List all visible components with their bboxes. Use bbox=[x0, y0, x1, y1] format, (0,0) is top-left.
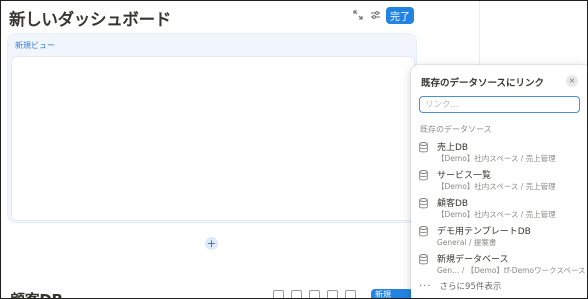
datasource-path: General / 提案書 bbox=[437, 238, 497, 247]
database-icon bbox=[419, 198, 428, 209]
link-icon[interactable] bbox=[327, 290, 338, 298]
expand-icon[interactable] bbox=[350, 7, 366, 23]
plus-icon: + bbox=[206, 237, 217, 250]
database-toolbar bbox=[273, 290, 356, 298]
filter-icon[interactable] bbox=[273, 290, 284, 298]
settings-sliders-icon[interactable] bbox=[367, 7, 383, 23]
datasource-name: 顧客DB bbox=[437, 199, 469, 209]
view-content-area[interactable] bbox=[11, 56, 415, 221]
new-record-button[interactable]: 新規 bbox=[371, 289, 413, 298]
done-button[interactable]: 完了 bbox=[386, 7, 414, 24]
expand-icon-glyph bbox=[353, 10, 363, 20]
view-label[interactable]: 新規ビュー bbox=[15, 40, 55, 51]
datasource-path: 【Demo】社内スペース / 売上管理 bbox=[437, 182, 556, 191]
datasource-item[interactable]: 顧客DB 【Demo】社内スペース / 売上管理 bbox=[411, 194, 587, 222]
show-more-button[interactable]: ··· さらに95件表示 bbox=[419, 280, 502, 293]
datasource-name: 新規データベース bbox=[437, 255, 509, 265]
view-card: 新規ビュー bbox=[7, 33, 417, 223]
datasource-item[interactable]: 売上DB 【Demo】社内スペース / 売上管理 bbox=[411, 138, 587, 166]
database-icon bbox=[419, 142, 428, 153]
section-label: 既存のデータソース bbox=[420, 125, 492, 134]
close-icon-glyph: × bbox=[568, 76, 576, 85]
popover-title: 既存のデータソースにリンク bbox=[421, 78, 545, 89]
datasource-name: デモ用テンプレートDB bbox=[437, 227, 531, 237]
add-view-button[interactable]: + bbox=[205, 237, 218, 250]
app-window: 新しいダッシュボード 完了 新規ビュー + 顧客DB 新規 既存のデータソースに… bbox=[0, 0, 588, 299]
datasource-item[interactable]: デモ用テンプレートDB General / 提案書 bbox=[411, 222, 587, 250]
settings-sliders-glyph bbox=[370, 11, 380, 19]
link-datasource-popover: 既存のデータソースにリンク × 既存のデータソース 売上DB 【Demo】社内ス… bbox=[411, 65, 587, 298]
search-icon[interactable] bbox=[309, 290, 320, 298]
show-more-label: さらに95件表示 bbox=[439, 282, 502, 292]
datasource-path: 【Demo】社内スペース / 売上管理 bbox=[437, 210, 556, 219]
datasource-item[interactable]: 新規データベース Gen... / 【Demo】tf-Demoワークスペース bbox=[411, 250, 587, 278]
datasource-name: 売上DB bbox=[437, 143, 469, 153]
close-icon[interactable]: × bbox=[566, 75, 578, 87]
page-title: 新しいダッシュボード bbox=[9, 10, 172, 29]
database-title: 顧客DB bbox=[10, 289, 63, 298]
database-icon bbox=[419, 254, 428, 265]
datasource-name: サービス一覧 bbox=[437, 171, 492, 181]
more-dots-icon: ··· bbox=[419, 280, 432, 292]
datasource-item[interactable]: サービス一覧 【Demo】社内スペース / 売上管理 bbox=[411, 166, 587, 194]
expand-icon[interactable] bbox=[345, 290, 356, 298]
datasource-path: Gen... / 【Demo】tf-Demoワークスペース bbox=[437, 266, 586, 275]
search-input[interactable] bbox=[419, 96, 580, 113]
sort-icon[interactable] bbox=[291, 290, 302, 298]
datasource-list: 売上DB 【Demo】社内スペース / 売上管理 サービス一覧 【Demo】社内… bbox=[411, 138, 587, 278]
database-icon bbox=[419, 170, 428, 181]
datasource-path: 【Demo】社内スペース / 売上管理 bbox=[437, 154, 556, 163]
database-icon bbox=[419, 226, 428, 237]
